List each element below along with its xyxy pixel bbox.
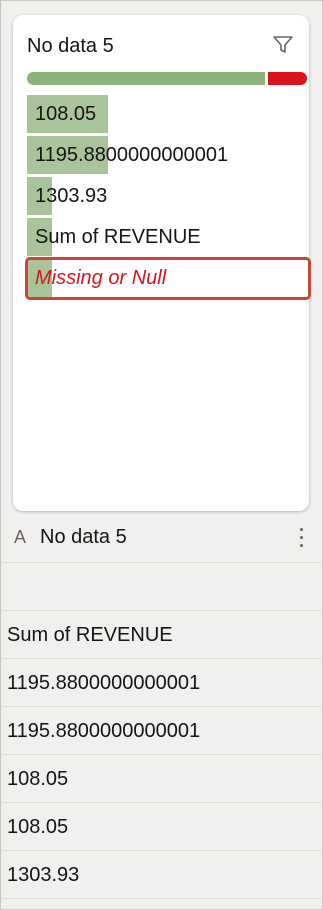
column-title: No data 5 [40, 526, 127, 548]
value-label: 1195.8800000000001 [35, 144, 229, 166]
column-header[interactable]: A No data 5 [0, 514, 321, 563]
table-cell[interactable]: 1195.8800000000001 [0, 707, 321, 755]
table-cell[interactable]: 1195.8800000000001 [0, 659, 321, 707]
value-row[interactable]: 1303.93 [27, 177, 307, 218]
quality-bar-invalid [268, 72, 307, 85]
missing-highlight-box [25, 257, 311, 300]
value-row[interactable]: 108.05 [27, 95, 307, 136]
table-cell[interactable]: Sum of REVENUE [0, 611, 321, 659]
table-cell[interactable] [0, 563, 321, 611]
more-options-icon[interactable] [298, 526, 304, 548]
data-quality-bar [27, 72, 307, 85]
value-row[interactable]: Sum of REVENUE [27, 218, 307, 259]
value-distribution-list: 108.05 1195.8800000000001 1303.93 Sum of… [25, 95, 311, 300]
filter-icon[interactable] [271, 35, 295, 55]
value-label: Sum of REVENUE [35, 226, 201, 248]
quality-bar-valid [27, 72, 265, 85]
text-type-icon: A [14, 527, 27, 547]
card-title: No data 5 [27, 35, 114, 57]
column-data-rows: Sum of REVENUE 1195.8800000000001 1195.8… [0, 563, 321, 899]
value-label: 108.05 [35, 103, 97, 125]
table-cell[interactable]: 108.05 [0, 803, 321, 851]
table-cell[interactable]: 1303.93 [0, 851, 321, 899]
profile-card: No data 5 108.05 1195.8800000000001 1303… [13, 15, 311, 511]
value-row-missing[interactable]: Missing or Null [25, 257, 311, 300]
table-cell[interactable]: 108.05 [0, 755, 321, 803]
value-label: 1303.93 [35, 185, 108, 207]
value-row[interactable]: 1195.8800000000001 [27, 136, 307, 177]
